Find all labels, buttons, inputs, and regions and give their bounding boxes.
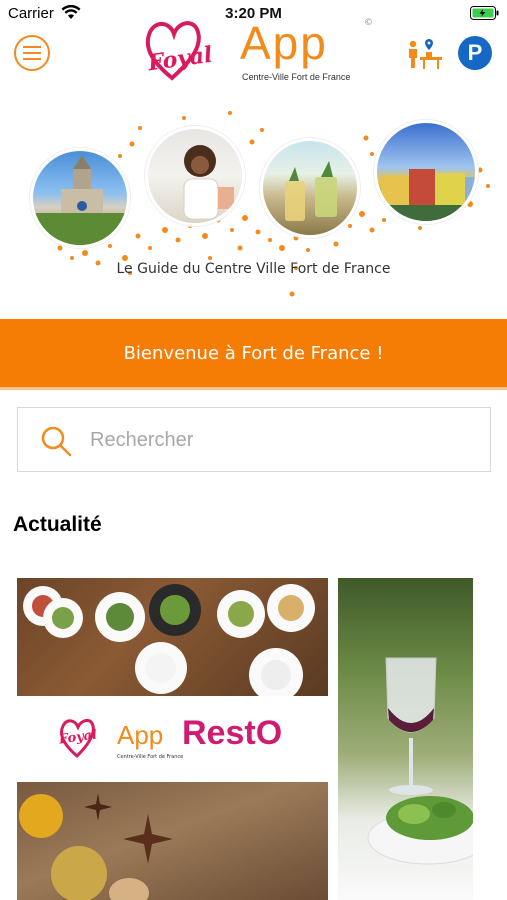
spices-photo bbox=[17, 782, 328, 900]
hero-caption: Le Guide du Centre Ville Fort de France bbox=[116, 261, 391, 277]
search-input[interactable] bbox=[90, 420, 470, 460]
app-logo: Foyal App © Centre-Ville Fort de France bbox=[140, 12, 380, 92]
shopping-woman-photo bbox=[145, 126, 245, 226]
cathedral-photo bbox=[30, 148, 130, 248]
banner-divider bbox=[0, 387, 507, 390]
parking-icon: P bbox=[467, 40, 483, 65]
cocktails-photo bbox=[260, 138, 360, 238]
logo-app-text: App bbox=[240, 17, 328, 69]
search-icon bbox=[41, 426, 72, 457]
menu-button[interactable] bbox=[14, 35, 50, 71]
menu-icon bbox=[23, 46, 41, 60]
wine-salad-photo bbox=[367, 657, 473, 865]
parking-button[interactable]: P bbox=[458, 36, 492, 70]
hero-section: Le Guide du Centre Ville Fort de France bbox=[0, 108, 507, 303]
logo-subtitle: Centre-Ville Fort de France bbox=[242, 72, 351, 82]
appresto-logo: Foyal App Centre-Ville Fort de France Re… bbox=[17, 696, 328, 782]
search-box[interactable] bbox=[17, 407, 491, 472]
logo-registered: © bbox=[364, 18, 373, 28]
food-table-photo bbox=[17, 578, 328, 702]
news-card-resto[interactable]: Foyal App Centre-Ville Fort de France Re… bbox=[17, 578, 328, 900]
colorful-houses-photo bbox=[374, 120, 478, 224]
resto-logo-app: App bbox=[117, 720, 164, 750]
news-card-wine[interactable] bbox=[338, 578, 473, 900]
resto-logo-subtitle: Centre-Ville Fort de France bbox=[117, 754, 184, 760]
news-section-title: Actualité bbox=[13, 513, 102, 536]
resto-logo-word: RestO bbox=[182, 714, 283, 752]
battery-icon bbox=[470, 6, 499, 20]
guide-map-icon[interactable] bbox=[406, 37, 444, 71]
welcome-text: Bienvenue à Fort de France ! bbox=[123, 342, 384, 364]
welcome-banner: Bienvenue à Fort de France ! bbox=[0, 319, 507, 387]
